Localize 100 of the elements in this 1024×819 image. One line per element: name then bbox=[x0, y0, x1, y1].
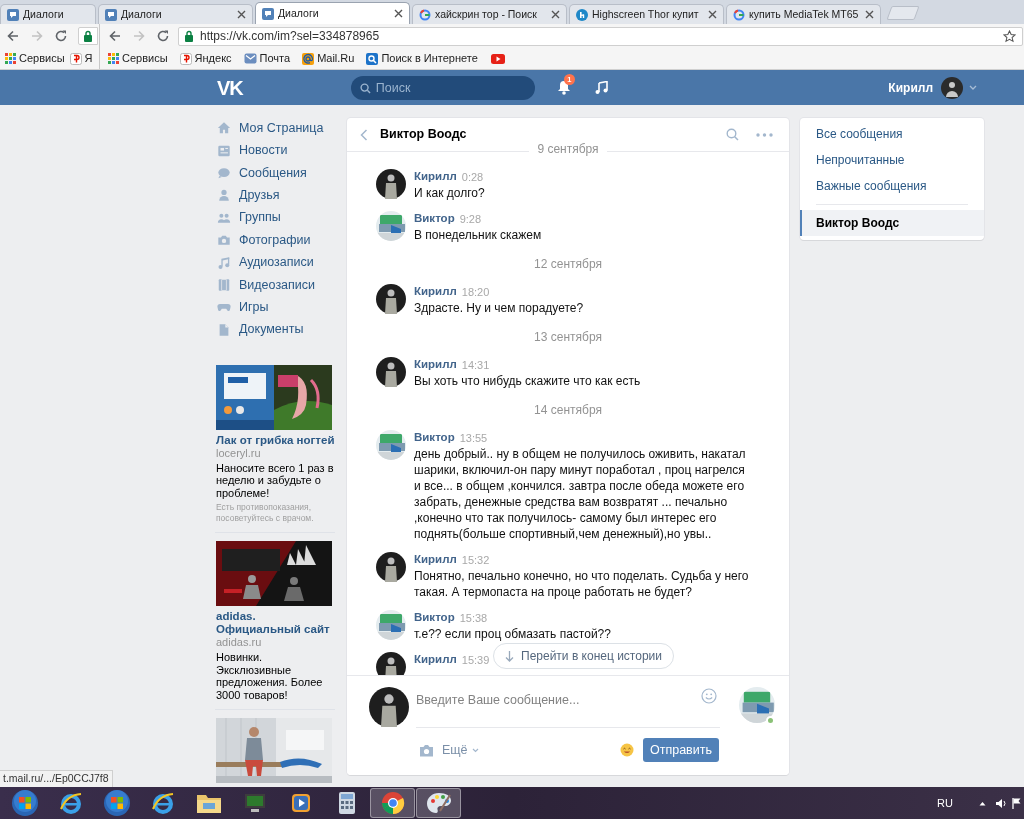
bookmark-link[interactable]: Почта bbox=[241, 50, 293, 67]
message-time: 0:28 bbox=[461, 169, 484, 185]
caret-icon bbox=[471, 747, 479, 753]
author-name[interactable]: Кирилл bbox=[414, 551, 457, 569]
menu-item[interactable]: Важные сообщения bbox=[800, 173, 984, 199]
ad-title[interactable]: adidas. Официальный сайт bbox=[216, 610, 335, 637]
nav-item[interactable]: Видеозаписи bbox=[215, 273, 335, 297]
yandex-icon bbox=[179, 52, 192, 65]
chrome-icon bbox=[380, 791, 405, 815]
nav-item[interactable]: Группы bbox=[215, 206, 335, 229]
author-name[interactable]: Кирилл bbox=[414, 356, 457, 374]
browser-e-icon bbox=[150, 791, 175, 815]
at-sign-icon bbox=[302, 52, 315, 65]
author-name[interactable]: Виктор bbox=[414, 210, 455, 228]
browser-tab[interactable]: Диалоги bbox=[0, 4, 96, 24]
nav-item[interactable]: Новости bbox=[215, 139, 335, 162]
search-field[interactable]: Поиск bbox=[350, 75, 535, 100]
message-text: В понедельник скажем bbox=[414, 227, 543, 243]
dialog-item[interactable]: Виктор Воодс bbox=[800, 210, 984, 236]
language-indicator[interactable]: RU bbox=[937, 794, 953, 812]
ad-domain: adidas.ru bbox=[216, 636, 263, 650]
bookmark-link[interactable]: Яндекс bbox=[177, 50, 234, 67]
reload-icon[interactable] bbox=[54, 29, 68, 43]
chat-bubble-icon bbox=[105, 8, 117, 21]
author-name[interactable]: Виктор bbox=[414, 609, 455, 627]
close-icon[interactable] bbox=[865, 10, 874, 19]
message-time: 15:39 bbox=[461, 652, 490, 668]
avatar[interactable] bbox=[941, 76, 963, 99]
camera-icon bbox=[217, 233, 231, 248]
author-name[interactable]: Виктор bbox=[414, 429, 455, 447]
nav-item[interactable]: Игры bbox=[215, 296, 335, 319]
user-name[interactable]: Кирилл bbox=[888, 78, 933, 97]
bookmark-link[interactable]: Я bbox=[67, 50, 95, 67]
nav-item[interactable]: Друзья bbox=[215, 184, 335, 207]
ad-text: Новинки. Эксклюзивные предложения. Более 3000 товаров! bbox=[216, 651, 324, 702]
avatar[interactable] bbox=[369, 687, 409, 727]
author-name[interactable]: Кирилл bbox=[414, 651, 457, 669]
avatar[interactable] bbox=[376, 169, 406, 199]
author-name[interactable]: Кирилл bbox=[414, 168, 457, 186]
more-button[interactable]: Ещё bbox=[442, 740, 479, 760]
message-time: 9:28 bbox=[459, 211, 482, 227]
browser-tab[interactable]: Highscreen Thor купит bbox=[569, 4, 724, 24]
vk-logo[interactable]: VK bbox=[217, 72, 243, 103]
send-button[interactable]: Отправить bbox=[643, 738, 719, 762]
ad-text: Наносите всего 1 раз в неделю и забудьте о проблеме! bbox=[216, 461, 335, 500]
nav-item[interactable]: Документы bbox=[215, 318, 335, 341]
flag-icon[interactable] bbox=[1012, 797, 1022, 809]
bookmark-link[interactable]: Поиск в Интернете bbox=[364, 50, 480, 67]
message-time: 13:55 bbox=[459, 430, 488, 446]
home-icon bbox=[217, 121, 231, 136]
message-time: 14:31 bbox=[461, 357, 490, 373]
nav-item[interactable]: Моя Страница bbox=[215, 117, 335, 140]
back-arrow-icon[interactable] bbox=[6, 29, 20, 43]
more-dots-icon[interactable] bbox=[756, 132, 773, 137]
browser-tab[interactable]: Диалоги bbox=[255, 2, 410, 24]
music-note-icon[interactable] bbox=[594, 80, 608, 95]
message-input[interactable]: Введите Ваше сообщение... bbox=[416, 691, 686, 710]
taskbar-button[interactable] bbox=[370, 788, 415, 818]
music-note-icon bbox=[217, 255, 231, 270]
bookmark-link[interactable]: Сервисы bbox=[3, 50, 67, 67]
author-name[interactable]: Кирилл bbox=[414, 283, 457, 301]
message-time: 18:20 bbox=[461, 284, 490, 300]
address-field[interactable] bbox=[78, 27, 98, 45]
address-field[interactable]: https://vk.com/im?sel=334878965 bbox=[178, 26, 1023, 46]
browser-tab[interactable]: хайскрин тор - Поиск bbox=[412, 4, 567, 24]
apps-grid-icon bbox=[108, 53, 119, 64]
down-arrow-icon bbox=[505, 650, 514, 662]
star-icon[interactable] bbox=[1003, 29, 1016, 43]
nav-item[interactable]: Фотографии bbox=[215, 228, 335, 252]
play-button-icon[interactable] bbox=[490, 53, 505, 64]
ad-title[interactable]: Лак от грибка ногтей bbox=[216, 433, 335, 447]
avatar[interactable] bbox=[376, 552, 406, 582]
message-text: день добрый.. ну в общем не получилось оживить, накатал шарики, включил-он пару минут поработал , проц нагрелся и все... в общем ,кончился. завтра после обеда можете его забрать, денежные средства вам возвратят ... печально ,конечно что так получилось- самому был интерес его поднять(больше спортивный,чем денежный),но увы.. bbox=[414, 446, 747, 542]
menu-item[interactable]: Все сообщения bbox=[800, 121, 984, 147]
nav-item[interactable]: Аудиозаписи bbox=[215, 251, 335, 274]
avatar[interactable] bbox=[376, 284, 406, 314]
avatar[interactable] bbox=[376, 357, 406, 387]
search-icon bbox=[366, 52, 379, 65]
bookmark-link[interactable]: Сервисы bbox=[106, 50, 170, 67]
windows-orb-icon bbox=[102, 789, 131, 817]
close-icon[interactable] bbox=[551, 10, 560, 19]
bell-icon[interactable] bbox=[556, 80, 571, 95]
reload-icon[interactable] bbox=[156, 29, 170, 43]
browser-tab[interactable]: Диалоги bbox=[98, 4, 253, 24]
circle-icon bbox=[576, 8, 588, 21]
speaker-icon[interactable] bbox=[995, 797, 1007, 809]
menu-item[interactable]: Непрочитанные bbox=[800, 147, 984, 173]
nav-item[interactable]: Сообщения bbox=[215, 161, 335, 185]
close-icon[interactable] bbox=[237, 10, 246, 19]
jump-to-end-button[interactable]: Перейти в конец истории bbox=[493, 643, 674, 669]
emoji-icon[interactable] bbox=[620, 743, 634, 757]
bookmark-link[interactable]: Mail.Ru bbox=[300, 50, 357, 67]
browser-tab[interactable]: купить MediaTek MT65 bbox=[726, 4, 881, 24]
back-arrow-icon[interactable] bbox=[108, 29, 122, 43]
google-icon bbox=[733, 8, 745, 21]
taskbar-button[interactable] bbox=[416, 788, 461, 818]
close-icon[interactable] bbox=[708, 10, 717, 19]
chevron-up-icon[interactable] bbox=[979, 800, 986, 806]
lock-icon bbox=[83, 30, 93, 42]
close-icon[interactable] bbox=[394, 9, 403, 18]
